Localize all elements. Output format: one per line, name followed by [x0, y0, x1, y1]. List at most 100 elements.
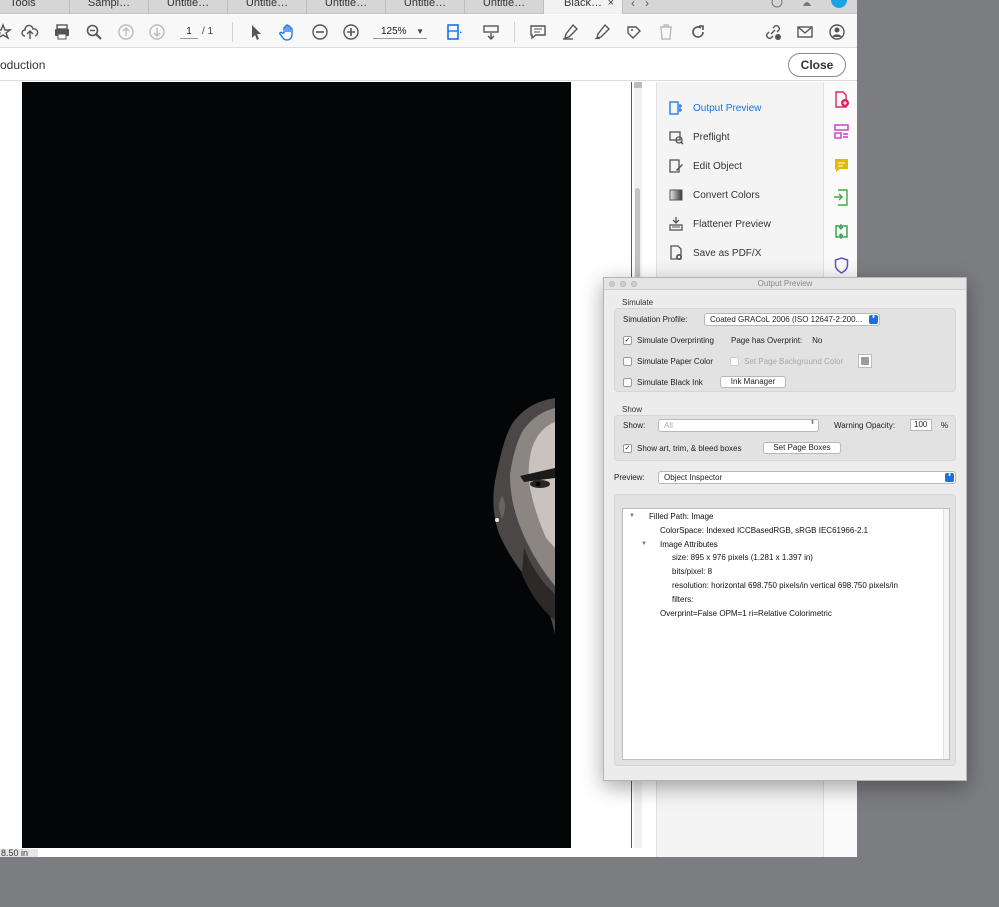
page-number-input[interactable]: 1 — [180, 24, 198, 39]
tree-node-overprint[interactable]: Overprint=False OPM=1 ri=Relative Colori… — [660, 609, 832, 618]
rotate-icon[interactable] — [687, 21, 709, 43]
tab-tools[interactable]: Tools — [0, 0, 70, 14]
sign-icon[interactable] — [591, 21, 613, 43]
delete-icon[interactable] — [655, 21, 677, 43]
tree-node-resolution[interactable]: resolution: horizontal 698.750 pixels/in… — [672, 581, 898, 590]
comment-icon[interactable] — [527, 21, 549, 43]
export-pdf-icon[interactable] — [832, 188, 850, 206]
zoom-window-button[interactable] — [631, 281, 637, 287]
minimize-window-button[interactable] — [620, 281, 626, 287]
link-icon[interactable] — [762, 21, 784, 43]
tab-document[interactable]: Sampl… — [70, 0, 149, 14]
dialog-titlebar[interactable]: Output Preview — [604, 278, 966, 290]
account-icon[interactable] — [826, 21, 848, 43]
inspector-scrollbar[interactable] — [943, 509, 949, 759]
set-page-boxes-button[interactable]: Set Page Boxes — [763, 442, 841, 454]
document-viewport[interactable]: 8.50 in — [0, 82, 644, 857]
object-inspector-tree[interactable]: ▼ Filled Path: Image ColorSpace: Indexed… — [622, 508, 950, 760]
page-up-icon[interactable] — [115, 21, 137, 43]
tree-node-filters[interactable]: filters: — [672, 595, 693, 604]
simulate-black-ink-checkbox[interactable] — [623, 378, 632, 387]
help-icon[interactable] — [771, 0, 783, 13]
cloud-upload-icon[interactable] — [19, 21, 41, 43]
simulate-paper-color-row: Simulate Paper Color — [623, 357, 713, 366]
tree-node-colorspace[interactable]: ColorSpace: Indexed ICCBasedRGB, sRGB IE… — [660, 526, 868, 535]
highlight-icon[interactable] — [559, 21, 581, 43]
tab-document[interactable]: Untitle… — [228, 0, 307, 14]
user-avatar[interactable] — [831, 0, 847, 8]
tree-collapse-icon[interactable]: ▼ — [629, 513, 635, 519]
page-down-icon[interactable] — [146, 21, 168, 43]
star-icon[interactable] — [0, 21, 14, 43]
tool-label: Output Preview — [693, 102, 762, 114]
simulate-paper-color-checkbox[interactable] — [623, 357, 632, 366]
tool-label: Save as PDF/X — [693, 247, 762, 259]
close-window-button[interactable] — [609, 281, 615, 287]
comment-icon[interactable] — [832, 156, 850, 174]
show-boxes-label: Show art, trim, & bleed boxes — [637, 444, 742, 453]
keyboard-icon[interactable] — [480, 21, 502, 43]
tab-navigation: ‹ › — [623, 0, 649, 13]
tab-document[interactable]: Untitle… — [386, 0, 465, 14]
tool-flattener-preview[interactable]: Flattener Preview — [667, 213, 771, 235]
show-select[interactable]: All ⬍ — [658, 419, 819, 432]
tool-edit-object[interactable]: Edit Object — [667, 155, 742, 177]
protect-icon[interactable] — [832, 256, 850, 274]
tab-active-document[interactable]: Black… × — [544, 0, 623, 14]
tool-save-as-pdfx[interactable]: Save as PDF/X — [667, 242, 761, 264]
print-icon[interactable] — [51, 21, 73, 43]
tool-preflight[interactable]: Preflight — [667, 126, 730, 148]
convert-colors-icon — [667, 186, 685, 204]
tree-node-size[interactable]: size: 895 x 976 pixels (1.281 x 1.397 in… — [672, 553, 813, 562]
page-size-label: 8.50 in — [0, 849, 38, 857]
zoom-out-magnifier-icon[interactable] — [83, 21, 105, 43]
tab-label: Black… — [564, 0, 602, 9]
zoom-in-icon[interactable] — [340, 21, 362, 43]
edit-object-icon — [667, 157, 685, 175]
tab-document[interactable]: Untitle… — [149, 0, 228, 14]
close-button[interactable]: Close — [788, 53, 846, 77]
show-boxes-checkbox[interactable]: ✓ — [623, 444, 632, 453]
chevron-left-icon[interactable]: ‹ — [631, 0, 635, 13]
notification-bell-icon[interactable] — [801, 0, 813, 13]
select-stepper-icon: ⬍ — [945, 472, 954, 482]
organize-pages-icon[interactable] — [832, 122, 850, 140]
simulate-overprinting-row: ✓ Simulate Overprinting — [623, 336, 714, 345]
stamp-icon[interactable] — [623, 21, 645, 43]
simulation-profile-select[interactable]: Coated GRACoL 2006 (ISO 12647-2:200... ⬍ — [704, 313, 880, 326]
set-page-background-label: Set Page Background Color — [744, 357, 844, 366]
close-tab-icon[interactable]: × — [608, 0, 614, 9]
tree-node-filled-path[interactable]: Filled Path: Image — [649, 512, 713, 521]
ink-manager-button[interactable]: Ink Manager — [720, 376, 786, 388]
mail-icon[interactable] — [794, 21, 816, 43]
tree-node-bits[interactable]: bits/pixel: 8 — [672, 567, 712, 576]
preview-select[interactable]: Object Inspector ⬍ — [658, 471, 956, 484]
zoom-out-icon[interactable] — [309, 21, 331, 43]
tab-document[interactable]: Untitle… — [465, 0, 544, 14]
select-arrow-icon[interactable] — [245, 21, 267, 43]
scroll-up-button[interactable] — [634, 82, 642, 88]
page-background-color-swatch[interactable] — [858, 354, 872, 368]
compress-icon[interactable] — [832, 222, 850, 240]
simulate-paper-color-label: Simulate Paper Color — [637, 357, 714, 366]
tree-collapse-icon[interactable]: ▼ — [641, 541, 647, 547]
tool-convert-colors[interactable]: Convert Colors — [667, 184, 760, 206]
zoom-level-select[interactable]: 125% ▼ — [373, 24, 427, 39]
fit-page-icon[interactable] — [443, 21, 465, 43]
page-has-overprint-label: Page has Overprint: — [731, 336, 803, 345]
hand-icon[interactable] — [277, 21, 299, 43]
add-pdf-icon[interactable] — [832, 90, 850, 108]
chevron-right-icon[interactable]: › — [645, 0, 649, 13]
tool-header-bar: oduction — [0, 49, 857, 81]
simulate-overprinting-checkbox[interactable]: ✓ — [623, 336, 632, 345]
warning-opacity-input[interactable]: 100 — [910, 419, 932, 431]
tool-label: Edit Object — [693, 160, 742, 172]
tab-document[interactable]: Untitle… — [307, 0, 386, 14]
tool-output-preview[interactable]: Output Preview — [667, 97, 761, 119]
set-page-background-checkbox[interactable] — [730, 357, 739, 366]
simulate-overprinting-label: Simulate Overprinting — [637, 336, 714, 345]
chevron-down-icon: ▼ — [416, 27, 424, 36]
show-row: Show: — [623, 421, 645, 430]
tool-label: Preflight — [693, 131, 730, 143]
tree-node-image-attributes[interactable]: Image Attributes — [660, 540, 718, 549]
